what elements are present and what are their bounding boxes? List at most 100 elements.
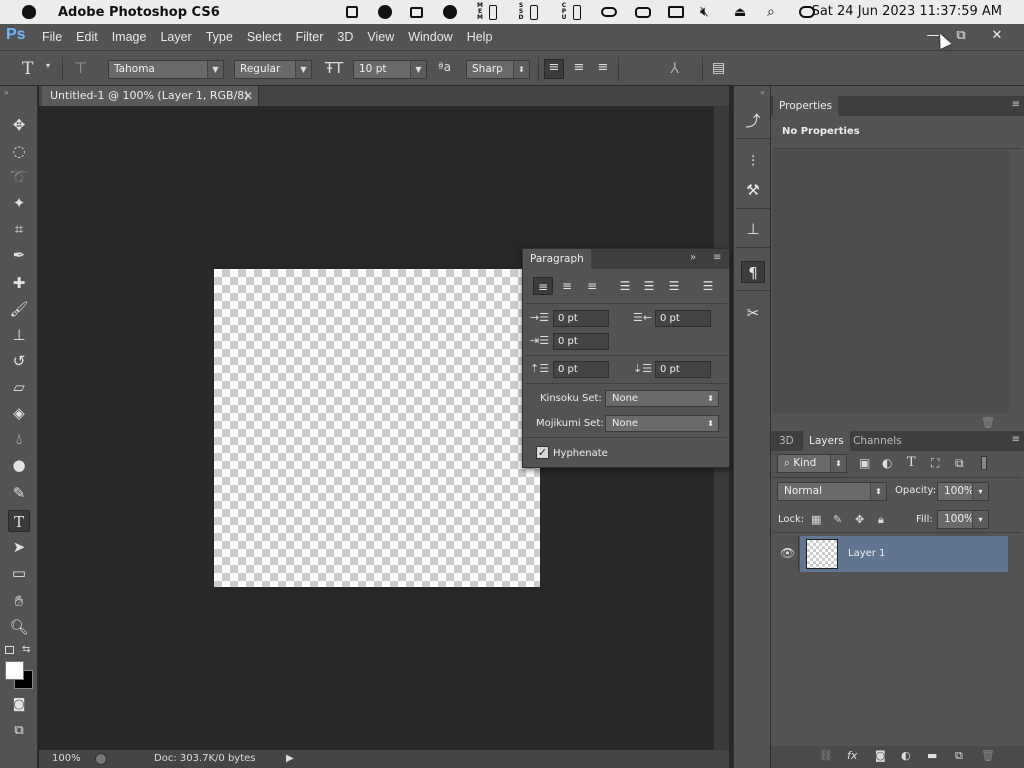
opacity-input[interactable]: 100% ▾ bbox=[937, 482, 989, 501]
document-tab[interactable]: Untitled-1 @ 100% (Layer 1, RGB/8) bbox=[42, 86, 259, 106]
eraser-tool-icon[interactable]: ▱ bbox=[8, 376, 30, 398]
menu-window[interactable]: Window bbox=[408, 30, 452, 44]
hyphenate-checkbox[interactable]: ✓ bbox=[536, 446, 549, 459]
properties-tab[interactable]: Properties bbox=[773, 96, 839, 116]
history-brush-tool-icon[interactable]: ↺ bbox=[8, 350, 30, 372]
type-tool-preset-icon[interactable]: T bbox=[22, 59, 33, 79]
justify-last-right-icon[interactable]: ☰ bbox=[664, 277, 684, 295]
paragraph-panel-header[interactable]: Paragraph » ≡ bbox=[523, 249, 729, 269]
gamepad-icon[interactable] bbox=[635, 4, 651, 20]
menu-type[interactable]: Type bbox=[206, 30, 233, 44]
fx-icon[interactable]: fx bbox=[847, 749, 857, 762]
antialias-select[interactable]: Sharp ⬍ bbox=[466, 60, 530, 79]
tool-presets-icon[interactable]: ⚒ bbox=[741, 179, 765, 201]
tab-channels[interactable]: Channels bbox=[847, 431, 908, 451]
indent-left-input[interactable]: 0 pt bbox=[553, 310, 609, 327]
search-icon[interactable]: ⌕ bbox=[767, 4, 775, 20]
swap-colors-icon[interactable]: ⇆ bbox=[22, 644, 30, 655]
move-tool-icon[interactable]: ✥ bbox=[8, 114, 30, 136]
paint-bucket-tool-icon[interactable]: ◈ bbox=[8, 402, 30, 424]
adjustment-layer-icon[interactable]: ◐ bbox=[901, 749, 911, 762]
space-after-input[interactable]: 0 pt bbox=[655, 361, 711, 378]
chevron-down-icon[interactable]: ▾ bbox=[46, 61, 50, 70]
document-canvas[interactable] bbox=[214, 269, 540, 587]
eject-circle-icon[interactable] bbox=[443, 4, 457, 20]
layer-row[interactable]: Layer 1 bbox=[800, 536, 1008, 572]
clone-stamp-tool-icon[interactable]: ⊥ bbox=[8, 324, 30, 346]
font-family-select[interactable]: Tahoma ▼ bbox=[108, 60, 224, 79]
status-info-icon[interactable] bbox=[95, 753, 107, 765]
kinsoku-select[interactable]: None ⬍ bbox=[605, 390, 719, 407]
justify-last-left-icon[interactable]: ☰ bbox=[615, 277, 635, 295]
menu-filter[interactable]: Filter bbox=[296, 30, 324, 44]
memory-monitor-icon[interactable]: M E M bbox=[476, 3, 484, 21]
menu-edit[interactable]: Edit bbox=[76, 30, 98, 44]
quick-mask-icon[interactable]: ◙ bbox=[8, 694, 30, 716]
brush-tool-icon[interactable]: 🖌︎ bbox=[8, 298, 30, 320]
align-left-icon[interactable]: ≡ bbox=[544, 59, 564, 79]
panel-menu-icon[interactable]: ≡ bbox=[713, 252, 721, 263]
default-colors-icon[interactable] bbox=[5, 646, 14, 654]
eyedropper-tool-icon[interactable]: ✒ bbox=[8, 244, 30, 266]
lock-all-icon[interactable]: 🔒︎ bbox=[878, 513, 884, 527]
panel-menu-icon[interactable]: ≡ bbox=[1012, 434, 1020, 445]
close-tab-icon[interactable]: ✕ bbox=[243, 89, 253, 103]
cpu-monitor-icon[interactable]: C P U bbox=[560, 3, 568, 21]
crop-tool-icon[interactable]: ⌗ bbox=[8, 218, 30, 240]
font-size-select[interactable]: 10 pt ▼ bbox=[353, 60, 427, 79]
menu-image[interactable]: Image bbox=[112, 30, 147, 44]
indent-right-input[interactable]: 0 pt bbox=[655, 310, 711, 327]
new-layer-icon[interactable]: ⧉ bbox=[955, 749, 963, 763]
align-center-icon[interactable]: ≡ bbox=[569, 60, 589, 75]
paragraph-panel-icon[interactable]: ¶ bbox=[741, 261, 765, 283]
copy-icon[interactable] bbox=[410, 4, 423, 20]
blend-mode-select[interactable]: Normal ⬍ bbox=[777, 482, 887, 501]
new-group-icon[interactable]: ▬ bbox=[927, 749, 937, 762]
align-right-icon[interactable]: ≡ bbox=[593, 60, 613, 75]
para-align-right-icon[interactable]: ≡ bbox=[582, 277, 602, 295]
lasso-tool-icon[interactable]: ➰ bbox=[8, 166, 30, 188]
path-selection-tool-icon[interactable]: ➤ bbox=[8, 536, 30, 558]
mute-icon[interactable]: 🔇︎ bbox=[700, 4, 709, 20]
filter-pixel-icon[interactable]: ▣ bbox=[859, 456, 870, 470]
dodge-tool-icon[interactable]: ● bbox=[8, 454, 30, 476]
eject-icon[interactable]: ⏏ bbox=[734, 4, 746, 20]
panels-toggle-icon[interactable]: ▤ bbox=[712, 60, 725, 76]
foreground-color-swatch[interactable] bbox=[5, 661, 24, 680]
display-icon[interactable] bbox=[668, 4, 684, 20]
para-align-center-icon[interactable]: ≡ bbox=[557, 277, 577, 295]
close-window-button[interactable]: ✕ bbox=[986, 28, 1008, 44]
app-window-icon[interactable] bbox=[346, 4, 358, 20]
layer-filter-select[interactable]: ⌕ Kind ⬍ bbox=[777, 454, 847, 473]
wordpress-icon[interactable] bbox=[378, 4, 392, 20]
restore-button[interactable]: ⧉ bbox=[950, 28, 972, 44]
clone-source-icon[interactable]: ⊥ bbox=[741, 218, 765, 240]
app-name[interactable]: Adobe Photoshop CS6 bbox=[58, 5, 220, 20]
filter-toggle-icon[interactable] bbox=[981, 456, 987, 470]
menu-3d[interactable]: 3D bbox=[337, 30, 353, 44]
ssd-monitor-icon[interactable]: S S D bbox=[517, 3, 525, 21]
filter-type-icon[interactable]: T bbox=[907, 455, 916, 470]
justify-last-center-icon[interactable]: ☰ bbox=[639, 277, 659, 295]
pen-tool-icon[interactable]: ✎ bbox=[8, 482, 30, 504]
brush-presets-icon[interactable]: ⫶ bbox=[741, 150, 765, 172]
lock-image-icon[interactable]: ✎ bbox=[833, 513, 842, 526]
filter-adjustment-icon[interactable]: ◐ bbox=[882, 456, 892, 470]
menu-layer[interactable]: Layer bbox=[160, 30, 191, 44]
lock-transparent-icon[interactable]: ▦ bbox=[811, 513, 821, 526]
status-menu-arrow-icon[interactable]: ▶ bbox=[286, 750, 294, 768]
type-tool-icon[interactable]: T bbox=[8, 510, 30, 532]
menu-help[interactable]: Help bbox=[467, 30, 493, 44]
paragraph-tab[interactable]: Paragraph bbox=[523, 249, 591, 269]
font-style-select[interactable]: Regular ▼ bbox=[234, 60, 312, 79]
menu-select[interactable]: Select bbox=[247, 30, 282, 44]
filter-smart-object-icon[interactable]: ⧉ bbox=[955, 456, 964, 471]
tab-3d[interactable]: 3D bbox=[773, 431, 800, 451]
delete-layer-icon[interactable]: 🗑︎ bbox=[981, 749, 995, 762]
link-layers-icon[interactable]: ⛓ bbox=[819, 749, 833, 762]
hand-tool-icon[interactable]: ✋︎ bbox=[8, 590, 30, 612]
toggle-orientation-icon[interactable]: ⊤ bbox=[74, 59, 87, 77]
toggle-icon[interactable] bbox=[601, 4, 617, 20]
filter-shape-icon[interactable]: ⛶ bbox=[931, 456, 939, 471]
apple-icon[interactable] bbox=[22, 5, 36, 19]
